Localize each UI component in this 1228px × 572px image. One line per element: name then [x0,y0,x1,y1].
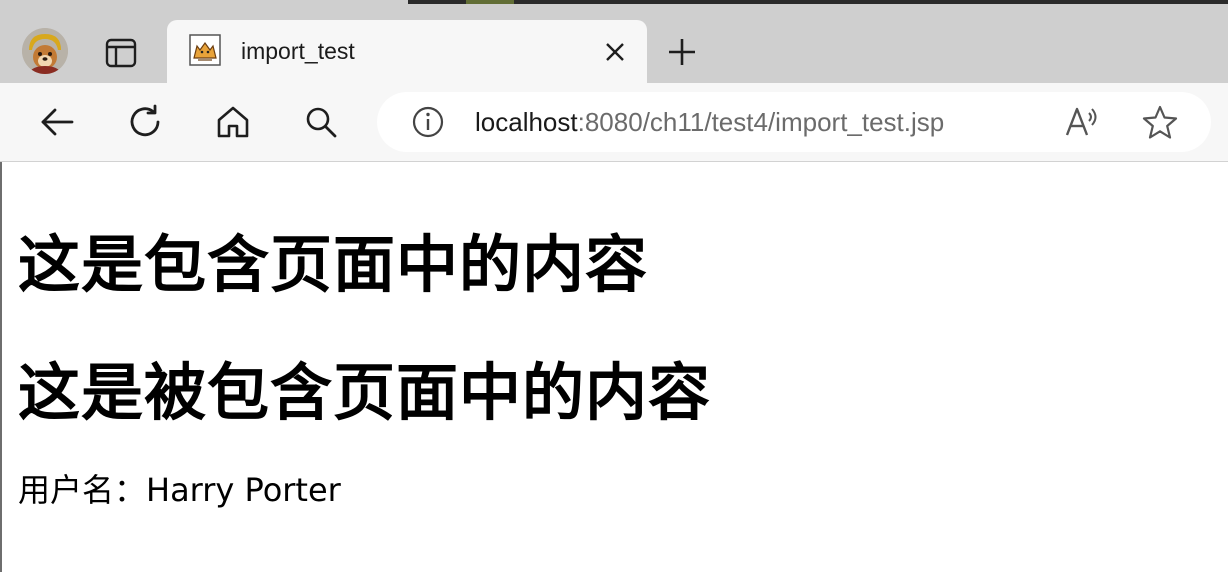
heading-including-page: 这是包含页面中的内容 [18,228,649,301]
active-tab[interactable]: import_test [167,20,647,83]
favorite-star-icon[interactable] [1141,104,1179,140]
search-icon[interactable] [302,103,340,141]
username-text: 用户名：Harry Porter [18,471,341,509]
url-host: localhost [475,107,578,137]
refresh-icon[interactable] [126,103,164,141]
tomcat-favicon-icon [189,34,221,66]
heading-included-page: 这是被包含页面中的内容 [18,356,712,429]
info-icon[interactable] [411,105,445,139]
background-window-text-fragment [466,0,546,4]
tab-title: import_test [241,38,355,64]
tab-strip: import_test [0,0,1228,83]
background-window-sliver [408,0,1228,4]
page-content: 这是包含页面中的内容 这是被包含页面中的内容 用户名：Harry Porter [0,162,1228,572]
url-path: :8080/ch11/test4/import_test.jsp [577,107,945,137]
plus-icon[interactable] [666,36,698,68]
browser-toolbar: localhost:8080/ch11/test4/import_test.js… [0,83,1228,162]
close-icon[interactable] [603,40,627,64]
profile-avatar-icon[interactable] [22,28,68,74]
url-text[interactable]: localhost:8080/ch11/test4/import_test.js… [475,107,944,138]
back-arrow-icon[interactable] [38,103,76,141]
home-icon[interactable] [214,103,252,141]
read-aloud-icon[interactable] [1063,103,1103,141]
address-bar[interactable]: localhost:8080/ch11/test4/import_test.js… [377,92,1211,152]
tab-actions-icon[interactable] [104,36,138,70]
